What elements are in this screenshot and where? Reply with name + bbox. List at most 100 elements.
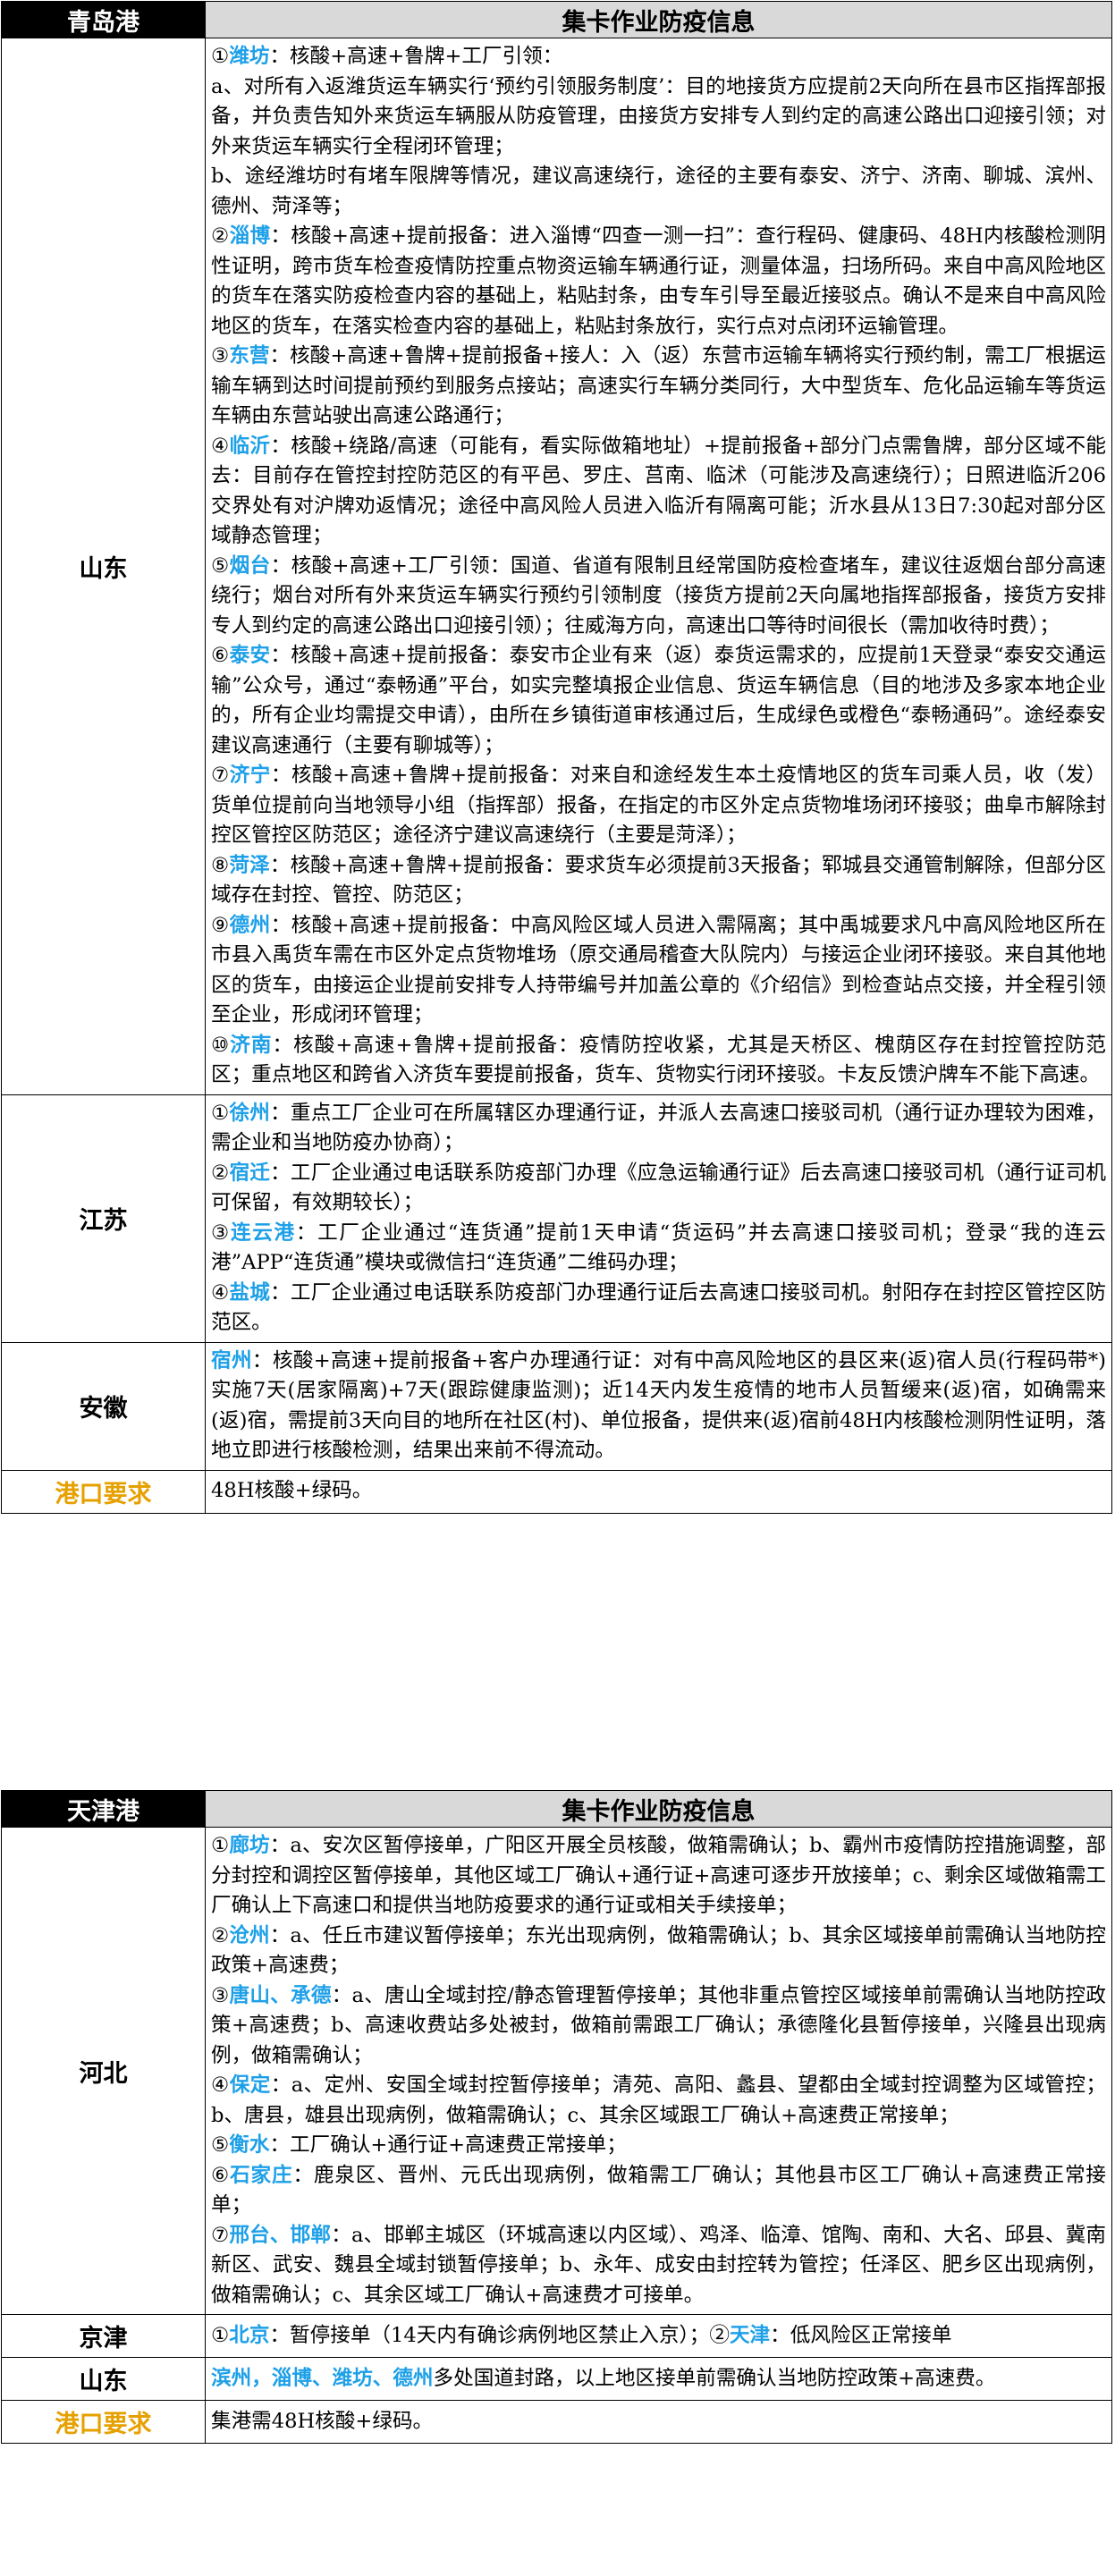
city-name: 烟台 [229, 553, 271, 578]
item-number: ⑤ [211, 2133, 230, 2157]
item-text: ：重点工厂企业可在所属辖区办理通行证，并派人去高速口接驳司机（通行证办理较为困难… [211, 1101, 1107, 1155]
qingdao-table: 青岛港 集卡作业防疫信息 山东 ①潍坊：核酸+高速+鲁牌+工厂引领： a、对所有入… [1, 1, 1112, 1514]
list-item: ①徐州：重点工厂企业可在所属辖区办理通行证，并派人去高速口接驳司机（通行证办理较… [211, 1099, 1106, 1159]
item-number: ③ [211, 344, 230, 367]
item-number: ① [211, 1834, 230, 1857]
item-text: ：工厂企业通过电话联系防疫部门办理通行证后去高速口接驳司机。射阳存在封控区管控区… [211, 1280, 1107, 1335]
port-requirement-row: 港口要求 48H核酸+绿码。 [1, 1469, 1112, 1514]
item-text: ：核酸+高速+工厂引领：国道、省道有限制且经常国防疫检查堵车，建议往返烟台部分高… [211, 553, 1106, 638]
item-text: ：工厂确认+通行证+高速费正常接单； [269, 2133, 627, 2157]
list-item: ②淄博：核酸+高速+提前报备：进入淄博“四查一测一扫”：查行程码、健康码、48H… [211, 222, 1106, 342]
item-number: ⑩ [211, 1033, 231, 1057]
region-content: ①廊坊：a、安次区暂停接单，广阳区开展全员核酸，做箱需确认；b、霸州市疫情防控措… [205, 1827, 1112, 2315]
city-name: 盐城 [229, 1280, 271, 1305]
list-item: ⑤衡水：工厂确认+通行证+高速费正常接单； [211, 2131, 1106, 2161]
item-number: ⑥ [211, 2163, 231, 2187]
region-row-shandong: 山东 ①潍坊：核酸+高速+鲁牌+工厂引领： a、对所有入返潍货运车辆实行‘预约引领… [1, 38, 1112, 1095]
section-title: 集卡作业防疫信息 [205, 1790, 1112, 1828]
city-name: 连云港 [230, 1220, 296, 1245]
region-row-jiangsu: 江苏 ①徐州：重点工厂企业可在所属辖区办理通行证，并派人去高速口接驳司机（通行证… [1, 1094, 1112, 1343]
city-name: 衡水 [229, 2133, 270, 2157]
item-text: ：暂停接单（14天内有确诊病例地区禁止入京）； [269, 2323, 710, 2347]
item-number: ③ [211, 1220, 231, 1245]
item-number: ④ [211, 1280, 230, 1305]
item-number: ⑨ [211, 913, 230, 937]
item-number: ② [211, 224, 230, 248]
region-row-jingjin: 京津 ①北京：暂停接单（14天内有确诊病例地区禁止入京）；②天津：低风险区正常接… [1, 2314, 1112, 2358]
city-name: 泰安 [229, 644, 271, 667]
item-text: ：核酸+高速+提前报备：进入淄博“四查一测一扫”：查行程码、健康码、48H内核酸… [211, 224, 1106, 338]
port-name: 青岛港 [1, 1, 206, 38]
city-name: 沧州 [229, 1923, 270, 1947]
item-text: b、途经潍坊时有堵车限牌等情况，建议高速绕行，途径的主要有泰安、济宁、济南、聊城… [211, 165, 1106, 218]
list-item: ③连云港：工厂企业通过“连货通”提前1天申请“货运码”并去高速口接驳司机；登录“… [211, 1219, 1106, 1279]
item-number: ② [211, 1161, 230, 1185]
region-label: 京津 [1, 2314, 206, 2358]
region-content: 滨州，淄博、潍坊、德州多处国道封路，以上地区接单前需确认当地防控政策+高速费。 [205, 2357, 1112, 2401]
item-text: ：鹿泉区、晋州、元氏出现病例，做箱需工厂确认；其他县市区工厂确认+高速费正常接单… [211, 2163, 1107, 2217]
item-text: ：a、任丘市建议暂停接单；东光出现病例，做箱需确认；b、其余区域接单前需确认当地… [211, 1923, 1107, 1978]
port-requirement-text: 48H核酸+绿码。 [205, 1469, 1112, 1514]
region-row-anhui: 安徽 宿州：核酸+高速+提前报备+客户办理通行证：对有中高风险地区的县区来(返)… [1, 1341, 1112, 1471]
list-item: ④盐城：工厂企业通过电话联系防疫部门办理通行证后去高速口接驳司机。射阳存在封控区… [211, 1279, 1106, 1339]
region-content: ①潍坊：核酸+高速+鲁牌+工厂引领： a、对所有入返潍货运车辆实行‘预约引领服务制… [205, 38, 1112, 1095]
city-name: 东营 [229, 344, 270, 367]
region-content: ①北京：暂停接单（14天内有确诊病例地区禁止入京）；②天津：低风险区正常接单 [205, 2314, 1112, 2358]
port-requirement-text: 集港需48H核酸+绿码。 [205, 2400, 1112, 2444]
item-number: ④ [211, 434, 230, 458]
list-item: ①廊坊：a、安次区暂停接单，广阳区开展全员核酸，做箱需确认；b、霸州市疫情防控措… [211, 1831, 1106, 1921]
item-number: ② [709, 2323, 730, 2347]
item-number: ③ [211, 1983, 230, 2007]
item-number: ⑤ [211, 553, 230, 578]
port-requirement-label: 港口要求 [1, 2400, 206, 2444]
list-item: ⑥石家庄：鹿泉区、晋州、元氏出现病例，做箱需工厂确认；其他县市区工厂确认+高速费… [211, 2161, 1106, 2221]
list-item: 滨州，淄博、潍坊、德州多处国道封路，以上地区接单前需确认当地防控政策+高速费。 [211, 2364, 1106, 2394]
port-requirement-row: 港口要求 集港需48H核酸+绿码。 [1, 2400, 1112, 2444]
city-name: 邢台、邯郸 [229, 2223, 332, 2247]
region-label: 江苏 [1, 1094, 206, 1343]
item-number: ⑦ [211, 764, 230, 787]
item-text: ：a、邯郸主城区（环城高速以内区域）、鸡泽、临漳、馆陶、南和、大名、邱县、冀南新… [211, 2223, 1107, 2307]
city-name: 天津 [729, 2323, 771, 2347]
tianjin-table: 天津港 集卡作业防疫信息 河北 ①廊坊：a、安次区暂停接单，广阳区开展全员核酸，… [1, 1790, 1112, 2444]
city-name: 徐州 [229, 1101, 271, 1125]
city-name: 临沂 [229, 434, 271, 458]
item-text: ：工厂企业通过“连货通”提前1天申请“货运码”并去高速口接驳司机；登录“我的连云… [211, 1220, 1106, 1275]
city-name: 滨州，淄博、潍坊、德州 [211, 2366, 434, 2390]
item-number: ④ [211, 2073, 230, 2097]
item-number: ② [211, 1923, 230, 1947]
list-item: ⑩济南：核酸+高速+鲁牌+提前报备：疫情防控收紧，尤其是天桥区、槐荫区存在封控管… [211, 1031, 1106, 1091]
qingdao-header-row: 青岛港 集卡作业防疫信息 [1, 1, 1112, 38]
region-content: ①徐州：重点工厂企业可在所属辖区办理通行证，并派人去高速口接驳司机（通行证办理较… [205, 1094, 1112, 1343]
item-text: ：核酸+绕路/高速（可能有，看实际做箱地址）+提前报备+部分门点需鲁牌，部分区域… [211, 434, 1107, 548]
item-text: ：核酸+高速+鲁牌+提前报备：疫情防控收紧，尤其是天桥区、槐荫区存在封控管控防范… [211, 1033, 1107, 1087]
tianjin-header-row: 天津港 集卡作业防疫信息 [1, 1790, 1112, 1828]
section-title: 集卡作业防疫信息 [205, 1, 1112, 38]
list-item: ④保定：a、定州、安国全域封控暂停接单；清苑、高阳、蠡县、望都由全域封控调整为区… [211, 2071, 1106, 2131]
list-item: ⑨德州：核酸+高速+提前报备：中高风险区域人员进入需隔离；其中禹城要求凡中高风险… [211, 911, 1106, 1031]
list-item: ③唐山、承德：a、唐山全域封控/静态管理暂停接单；其他非重点管控区域接单前需确认… [211, 1981, 1106, 2072]
list-item: ②宿迁：工厂企业通过电话联系防疫部门办理《应急运输通行证》后去高速口接驳司机（通… [211, 1159, 1106, 1219]
item-number: ⑧ [211, 853, 230, 877]
list-item: ①北京：暂停接单（14天内有确诊病例地区禁止入京）； [211, 2324, 709, 2347]
item-number: ⑥ [211, 644, 230, 667]
port-requirement-label: 港口要求 [1, 1469, 206, 1514]
region-row-hebei: 河北 ①廊坊：a、安次区暂停接单，广阳区开展全员核酸，做箱需确认；b、霸州市疫情… [1, 1827, 1112, 2315]
item-number: ① [211, 2323, 230, 2347]
item-text: ：工厂企业通过电话联系防疫部门办理《应急运输通行证》后去高速口接驳司机（通行证司… [211, 1161, 1107, 1215]
list-item: ①潍坊：核酸+高速+鲁牌+工厂引领： a、对所有入返潍货运车辆实行‘预约引领服务制… [211, 42, 1106, 222]
item-number: ① [211, 1101, 230, 1125]
list-item: ④临沂：核酸+绕路/高速（可能有，看实际做箱地址）+提前报备+部分门点需鲁牌，部… [211, 432, 1106, 552]
city-name: 德州 [229, 913, 271, 937]
list-item: ⑧菏泽：核酸+高速+鲁牌+提前报备：要求货车必须提前3天报备；郓城县交通管制解除… [211, 851, 1106, 911]
list-item: 宿州：核酸+高速+提前报备+客户办理通行证：对有中高风险地区的县区来(返)宿人员… [211, 1347, 1106, 1466]
list-item: ③东营：核酸+高速+鲁牌+提前报备+接人：入（返）东营市运输车辆将实行预约制，需… [211, 342, 1106, 432]
city-name: 唐山、承德 [229, 1983, 332, 2007]
item-number: ① [211, 45, 230, 68]
region-label: 山东 [1, 38, 206, 1095]
city-name: 淄博 [229, 224, 271, 248]
city-name: 宿迁 [229, 1161, 271, 1185]
item-text: ：a、安次区暂停接单，广阳区开展全员核酸，做箱需确认；b、霸州市疫情防控措施调整… [211, 1834, 1107, 1917]
city-name: 石家庄 [230, 2163, 293, 2187]
item-text: ：a、唐山全域封控/静态管理暂停接单；其他非重点管控区域接单前需确认当地防控政策… [211, 1983, 1106, 2067]
